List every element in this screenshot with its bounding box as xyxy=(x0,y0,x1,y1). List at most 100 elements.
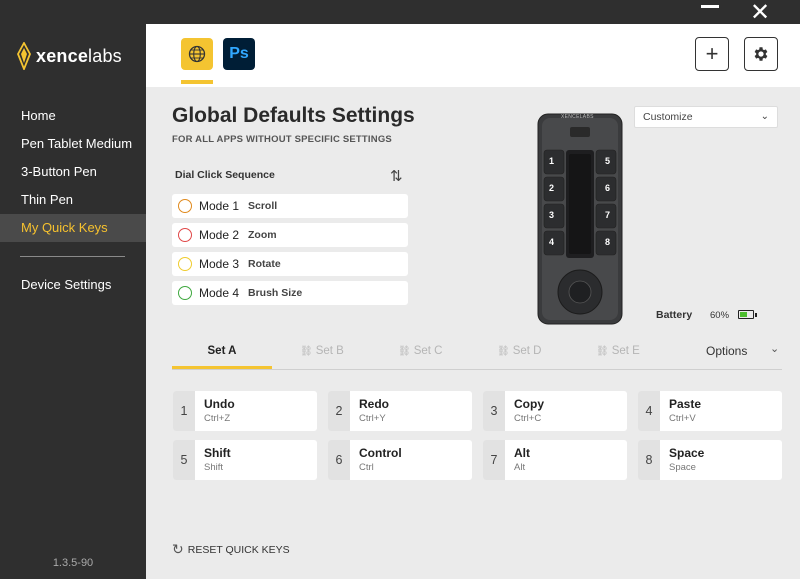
quick-key-6[interactable]: 6 Control Ctrl xyxy=(328,440,472,480)
key-shortcut: Ctrl+Z xyxy=(204,413,231,424)
key-number: 6 xyxy=(328,440,350,480)
mode-name: Mode 1 xyxy=(199,199,240,213)
title-bar: ✕ xyxy=(0,0,800,24)
key-name: Control xyxy=(359,446,402,460)
key-name: Space xyxy=(669,446,705,460)
quick-key-3[interactable]: 3 Copy Ctrl+C xyxy=(483,391,627,431)
logo: xencelabs xyxy=(16,42,122,70)
tab-set-d[interactable]: ⛓ Set D xyxy=(497,338,541,369)
logo-text: xencelabs xyxy=(36,45,122,66)
chevron-down-icon: ⌄ xyxy=(760,111,769,122)
mode-action: Rotate xyxy=(248,258,281,270)
page-subtitle: FOR ALL APPS WITHOUT SPECIFIC SETTINGS xyxy=(172,134,392,145)
sidebar-item-3-button-pen[interactable]: 3-Button Pen xyxy=(0,158,146,186)
battery-label: Battery xyxy=(656,309,693,321)
key-shortcut: Ctrl+C xyxy=(514,413,542,424)
sidebar-item-my-quick-keys[interactable]: My Quick Keys xyxy=(0,214,146,242)
xencelabs-logo-icon xyxy=(17,42,31,70)
key-shortcut: Ctrl+Y xyxy=(359,413,386,424)
key-shortcut: Alt xyxy=(514,462,526,473)
minimize-icon xyxy=(701,4,719,8)
key-name: Undo xyxy=(204,397,235,411)
quick-key-2[interactable]: 2 Redo Ctrl+Y xyxy=(328,391,472,431)
device-brand-label: XENCELABS xyxy=(561,114,594,120)
mode-row-4[interactable]: Mode 4 Brush Size xyxy=(172,281,408,305)
device-key-label: 8 xyxy=(605,237,611,247)
app-header: Ps + xyxy=(146,24,800,87)
dial-sequence-label: Dial Click Sequence xyxy=(175,169,275,181)
key-name: Paste xyxy=(669,397,702,411)
sidebar-item-thin-pen[interactable]: Thin Pen xyxy=(0,186,146,214)
device-key-label: 5 xyxy=(605,156,611,166)
quick-key-4[interactable]: 4 Paste Ctrl+V xyxy=(638,391,782,431)
key-number: 5 xyxy=(173,440,195,480)
photoshop-icon: Ps xyxy=(229,45,249,62)
reset-label: RESET QUICK KEYS xyxy=(187,544,290,556)
mode-action: Brush Size xyxy=(248,287,303,299)
mode-row-2[interactable]: Mode 2 Zoom xyxy=(172,223,408,247)
key-name: Shift xyxy=(204,446,231,460)
key-name: Alt xyxy=(514,446,530,460)
key-number: 3 xyxy=(483,391,505,431)
set-tabs: Set A ⛓ Set B ⛓ Set C ⛓ Set D ⛓ Set E Option… xyxy=(172,338,782,370)
battery-icon xyxy=(738,310,757,319)
app-tab-global[interactable] xyxy=(181,38,213,70)
mode-action: Zoom xyxy=(248,229,277,241)
sidebar-item-device-settings[interactable]: Device Settings xyxy=(0,271,146,299)
refresh-icon: ↻ xyxy=(172,542,184,558)
close-button[interactable]: ✕ xyxy=(740,0,780,24)
add-app-button[interactable]: + xyxy=(695,37,729,71)
device-key-label: 1 xyxy=(549,156,555,166)
tab-set-c[interactable]: ⛓ Set C xyxy=(398,338,442,369)
sidebar-item-pen-tablet-medium[interactable]: Pen Tablet Medium xyxy=(0,130,146,158)
mode-row-1[interactable]: Mode 1 Scroll xyxy=(172,194,408,218)
key-number: 8 xyxy=(638,440,660,480)
unlink-icon: ⛓ xyxy=(300,346,313,357)
gear-icon xyxy=(754,47,768,61)
mode-3-ring-icon xyxy=(178,257,192,271)
key-shortcut: Ctrl xyxy=(359,462,374,473)
mode-name: Mode 2 xyxy=(199,228,240,242)
quick-key-7[interactable]: 7 Alt Alt xyxy=(483,440,627,480)
device-key-label: 6 xyxy=(605,183,611,193)
mode-name: Mode 4 xyxy=(199,286,240,300)
sidebar-item-home[interactable]: Home xyxy=(0,102,146,130)
device-key-label: 7 xyxy=(605,210,611,220)
key-number: 2 xyxy=(328,391,350,431)
active-app-indicator xyxy=(181,80,213,84)
mode-row-3[interactable]: Mode 3 Rotate xyxy=(172,252,408,276)
mode-4-ring-icon xyxy=(178,286,192,300)
unlink-icon: ⛓ xyxy=(398,346,411,357)
sidebar: xencelabs Home Pen Tablet Medium 3-Butto… xyxy=(0,24,146,579)
key-number: 1 xyxy=(173,391,195,431)
key-number: 4 xyxy=(638,391,660,431)
mode-name: Mode 3 xyxy=(199,257,240,271)
sidebar-divider xyxy=(20,256,125,257)
close-icon: ✕ xyxy=(749,0,771,26)
tab-set-b[interactable]: ⛓ Set B xyxy=(300,338,344,369)
key-number: 7 xyxy=(483,440,505,480)
reset-quick-keys-button[interactable]: ↻ RESET QUICK KEYS xyxy=(172,542,290,558)
tab-set-e[interactable]: ⛓ Set E xyxy=(596,338,640,369)
options-button[interactable]: Options xyxy=(706,338,747,364)
quick-key-1[interactable]: 1 Undo Ctrl+Z xyxy=(173,391,317,431)
chevron-down-icon[interactable]: ⌄ xyxy=(770,342,779,355)
plus-icon: + xyxy=(705,41,719,66)
quick-key-8[interactable]: 8 Space Space xyxy=(638,440,782,480)
mode-1-ring-icon xyxy=(178,199,192,213)
app-tab-photoshop[interactable]: Ps xyxy=(223,38,255,70)
battery-fill xyxy=(740,312,748,317)
device-key-label: 2 xyxy=(549,183,555,193)
key-shortcut: Ctrl+V xyxy=(669,413,696,424)
tab-set-a[interactable]: Set A xyxy=(172,338,272,369)
customize-value: Customize xyxy=(643,111,693,123)
minimize-button[interactable] xyxy=(690,0,730,24)
mode-2-ring-icon xyxy=(178,228,192,242)
sidebar-nav: Home Pen Tablet Medium 3-Button Pen Thin… xyxy=(0,102,146,242)
key-shortcut: Space xyxy=(669,462,696,473)
swap-order-icon[interactable]: ⇅ xyxy=(390,167,403,185)
quick-key-5[interactable]: 5 Shift Shift xyxy=(173,440,317,480)
customize-dropdown[interactable]: Customize ⌄ xyxy=(634,106,778,128)
page-title: Global Defaults Settings xyxy=(172,104,415,127)
settings-button[interactable] xyxy=(744,37,778,71)
